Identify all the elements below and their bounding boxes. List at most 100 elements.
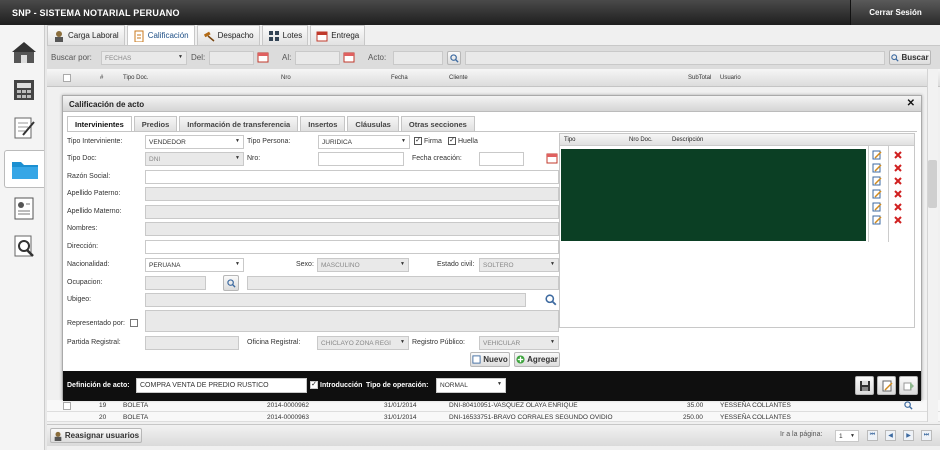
column-header[interactable]: Descripción: [672, 137, 703, 143]
registro-publico-select[interactable]: VEHICULAR: [479, 336, 559, 350]
ubigeo-input[interactable]: [145, 293, 526, 307]
ocupacion-code-input[interactable]: [145, 276, 206, 290]
tab-despacho[interactable]: Despacho: [196, 25, 260, 45]
tab-carga-laboral[interactable]: Carga Laboral: [47, 25, 125, 45]
agregar-button[interactable]: Agregar: [514, 352, 560, 367]
oficina-registral-select[interactable]: CHICLAYO ZONA REGI: [317, 336, 409, 350]
search-icon[interactable]: [904, 401, 913, 410]
representado-textarea[interactable]: [145, 310, 559, 332]
tipo-doc-select[interactable]: DNI: [145, 152, 244, 166]
calendar-icon[interactable]: [257, 51, 269, 63]
partida-registral-input[interactable]: [145, 336, 239, 350]
sexo-select[interactable]: MASCULINO: [317, 258, 409, 272]
fecha-creacion-input[interactable]: [479, 152, 524, 166]
tab-entrega[interactable]: Entrega: [310, 25, 366, 45]
vertical-scrollbar[interactable]: [927, 69, 938, 422]
delete-icon[interactable]: [893, 189, 903, 199]
search-document-nav-icon[interactable]: [8, 231, 40, 261]
firma-checkbox[interactable]: ✓: [414, 137, 422, 145]
next-page-button[interactable]: ▶: [903, 430, 914, 441]
calculator-nav-icon[interactable]: [8, 75, 40, 105]
save-button[interactable]: [855, 376, 874, 395]
buscar-por-select[interactable]: FECHAS: [101, 51, 187, 65]
column-header[interactable]: Tipo: [564, 137, 575, 143]
tipo-interviniente-select[interactable]: VENDEDOR: [145, 135, 244, 149]
nacionalidad-select[interactable]: PERUANA: [145, 258, 244, 272]
edit-icon[interactable]: [872, 176, 882, 186]
tab-otras-secciones[interactable]: Otras secciones: [400, 116, 475, 132]
ocupacion-search-button[interactable]: [223, 275, 239, 291]
nuevo-button[interactable]: Nuevo: [470, 352, 510, 367]
nombres-input[interactable]: [145, 222, 559, 236]
tab-lotes[interactable]: Lotes: [261, 25, 309, 45]
column-header[interactable]: SubTotal: [688, 75, 711, 81]
acto-search-button[interactable]: [447, 51, 461, 65]
column-header[interactable]: Usuario: [720, 75, 741, 81]
column-header[interactable]: Fecha: [391, 75, 408, 81]
apellido-materno-input[interactable]: [145, 205, 559, 219]
page-select[interactable]: 1: [835, 430, 859, 442]
select-all-checkbox[interactable]: [63, 74, 71, 82]
acto-description-input[interactable]: [465, 51, 885, 65]
edit-icon[interactable]: [872, 189, 882, 199]
tipo-persona-select[interactable]: JURIDICA: [318, 135, 410, 149]
close-icon[interactable]: ✕: [907, 98, 915, 109]
report-nav-icon[interactable]: [8, 193, 40, 223]
calendar-icon[interactable]: [546, 152, 558, 164]
delete-icon[interactable]: [893, 176, 903, 186]
razon-social-input[interactable]: [145, 170, 559, 184]
intervinientes-list[interactable]: [561, 149, 866, 241]
tab-calificacion[interactable]: Calificación: [126, 25, 195, 45]
buscar-button[interactable]: Buscar: [889, 50, 931, 65]
folder-nav-icon[interactable]: [4, 150, 44, 188]
column-header[interactable]: Nro Doc.: [629, 137, 653, 143]
huella-checkbox[interactable]: ✓: [448, 137, 456, 145]
apellido-paterno-input[interactable]: [145, 187, 559, 201]
definicion-acto-label: Definición de acto:: [67, 382, 130, 389]
direccion-input[interactable]: [145, 240, 559, 254]
last-page-button[interactable]: ⏭: [921, 430, 932, 441]
delete-icon[interactable]: [893, 163, 903, 173]
delete-icon[interactable]: [893, 202, 903, 212]
tab-insertos[interactable]: Insertos: [300, 116, 346, 132]
row-checkbox[interactable]: [63, 402, 71, 410]
tipo-operacion-select[interactable]: NORMAL: [436, 378, 506, 393]
logout-button[interactable]: Cerrar Sesión: [850, 0, 940, 25]
scrollbar-thumb[interactable]: [928, 160, 937, 208]
delete-icon[interactable]: [893, 150, 903, 160]
al-date-input[interactable]: [295, 51, 340, 65]
column-header[interactable]: Tipo Doc.: [123, 75, 148, 81]
introduccion-checkbox[interactable]: ✓: [310, 381, 318, 389]
edit-icon[interactable]: [872, 163, 882, 173]
estado-civil-select[interactable]: SOLTERO: [479, 258, 559, 272]
edit-icon[interactable]: [872, 202, 882, 212]
calendar-icon[interactable]: [343, 51, 355, 63]
definicion-acto-input[interactable]: COMPRA VENTA DE PREDIO RUSTICO: [136, 378, 307, 393]
forward-button[interactable]: [899, 376, 918, 395]
delete-icon[interactable]: [893, 215, 903, 225]
first-page-button[interactable]: ⏮: [867, 430, 878, 441]
tab-informacion-transferencia[interactable]: Información de transferencia: [179, 116, 299, 132]
tab-label: Calificación: [147, 31, 189, 40]
del-date-input[interactable]: [209, 51, 254, 65]
column-header[interactable]: #: [100, 75, 103, 81]
edit-document-button[interactable]: [877, 376, 896, 395]
representado-checkbox[interactable]: [130, 319, 138, 327]
tab-intervinientes[interactable]: Intervinientes: [67, 116, 132, 132]
tab-clausulas[interactable]: Cláusulas: [347, 116, 399, 132]
table-row[interactable]: 20 BOLETA 2014-0000963 31/01/2014 DNI-16…: [47, 412, 940, 422]
edit-icon[interactable]: [872, 150, 882, 160]
prev-page-button[interactable]: ◀: [885, 430, 896, 441]
edit-document-nav-icon[interactable]: [8, 113, 40, 143]
column-header[interactable]: Nro: [281, 75, 291, 81]
search-icon[interactable]: [545, 294, 557, 306]
acto-input[interactable]: [393, 51, 443, 65]
tab-predios[interactable]: Predios: [133, 116, 178, 132]
edit-icon[interactable]: [872, 215, 882, 225]
column-header[interactable]: Cliente: [449, 75, 468, 81]
home-nav-icon[interactable]: [8, 37, 40, 67]
ocupacion-description-input[interactable]: [247, 276, 559, 290]
nro-input[interactable]: [318, 152, 404, 166]
reasignar-usuarios-button[interactable]: Reasignar usuarios: [50, 428, 142, 443]
table-row[interactable]: 19 BOLETA 2014-0000962 31/01/2014 DNI-80…: [47, 400, 940, 412]
